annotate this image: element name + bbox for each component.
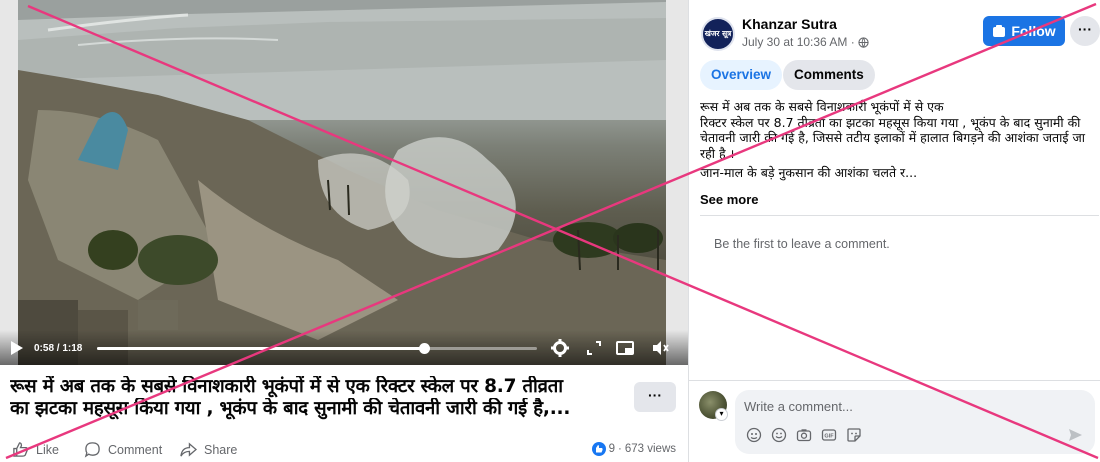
send-icon[interactable] <box>1067 427 1083 443</box>
post-title-line1: रूस में अब तक के सबसे विनाशकारी भूकंपों … <box>10 376 563 397</box>
gif-icon[interactable]: GIF <box>821 427 837 443</box>
description-line2: रिक्टर स्केल पर 8.7 तीव्रता का झटका महसू… <box>700 114 1086 161</box>
video-player[interactable]: 0:58 / 1:18 <box>0 0 688 365</box>
post-date-text: July 30 at 10:36 AM · <box>742 35 855 49</box>
post-title: रूस में अब तक के सबसे विनाशकारी भूकंपों … <box>10 376 620 420</box>
description-divider <box>700 215 1099 216</box>
video-controls: 0:58 / 1:18 <box>0 330 688 365</box>
page-name[interactable]: Khanzar Sutra <box>742 16 837 32</box>
video-post-panel: 0:58 / 1:18 रूस में अब तक के सबसे विनाशक… <box>0 0 688 462</box>
follow-button[interactable]: Follow <box>983 16 1065 46</box>
follow-label: Follow <box>1011 23 1056 39</box>
views-count: 673 views <box>624 443 676 455</box>
empty-comments-text: Be the first to leave a comment. <box>714 237 890 251</box>
post-timestamp[interactable]: July 30 at 10:36 AM · <box>742 35 869 49</box>
video-letterbox-left <box>0 0 18 365</box>
video-letterbox-right <box>666 0 688 365</box>
comment-bubble-icon <box>84 442 100 458</box>
tab-comments[interactable]: Comments <box>783 60 875 90</box>
post-stats: 9 · 673 views <box>591 442 676 456</box>
fullscreen-icon[interactable] <box>584 338 604 358</box>
volume-icon[interactable] <box>650 338 670 358</box>
description-line3: जान-माल के बड़े नुकसान की आशंका चलते र..… <box>700 165 918 180</box>
video-time: 0:58 / 1:18 <box>34 343 83 354</box>
like-reaction-icon <box>591 442 606 456</box>
seek-progress <box>97 347 425 350</box>
post-actions: Like Comment Share 9 · 673 views <box>0 433 688 462</box>
picture-in-picture-icon[interactable] <box>615 338 635 358</box>
svg-text:GIF: GIF <box>824 434 834 440</box>
thumbs-up-icon <box>13 442 29 457</box>
share-arrow-icon <box>180 442 197 457</box>
share-label: Share <box>204 442 238 457</box>
chevron-down-icon[interactable]: ▾ <box>715 408 728 421</box>
page-more-button[interactable]: ··· <box>1070 16 1100 46</box>
camera-icon[interactable] <box>796 427 812 443</box>
post-more-button[interactable]: ··· <box>634 382 676 412</box>
like-label: Like <box>36 442 59 457</box>
like-button[interactable]: Like <box>12 441 59 458</box>
page-avatar[interactable]: खंजर सूत्र <box>701 17 735 51</box>
post-details-panel: खंजर सूत्र Khanzar Sutra July 30 at 10:3… <box>689 0 1100 462</box>
sticker-icon[interactable] <box>846 427 862 443</box>
description-line1: रूस में अब तक के सबसे विनाशकारी भूकंपों … <box>700 99 944 114</box>
avatar-icon[interactable] <box>746 427 762 443</box>
seek-handle[interactable] <box>418 343 430 354</box>
comment-tools: GIF <box>746 427 862 443</box>
emoji-icon[interactable] <box>771 427 787 443</box>
post-description: रूस में अब तक के सबसे विनाशकारी भूकंपों … <box>700 99 1095 185</box>
settings-gear-icon[interactable] <box>550 338 570 358</box>
comment-button[interactable]: Comment <box>84 441 162 458</box>
play-icon[interactable] <box>10 340 24 356</box>
tab-overview[interactable]: Overview <box>700 60 783 90</box>
post-title-line2: का झटका महसूस किया गया , भूकंप के बाद सु… <box>10 398 571 419</box>
video-frame[interactable] <box>18 0 666 365</box>
stats-separator: · <box>618 443 622 455</box>
follow-page-icon <box>993 25 1006 37</box>
comment-composer[interactable]: GIF <box>735 390 1095 454</box>
globe-icon <box>858 36 869 48</box>
seek-bar[interactable] <box>97 343 537 354</box>
comment-label: Comment <box>108 442 163 457</box>
comment-input[interactable] <box>744 397 1074 415</box>
see-more-link[interactable]: See more <box>700 192 759 207</box>
share-button[interactable]: Share <box>180 441 237 458</box>
comment-composer-divider <box>689 380 1100 381</box>
page-avatar-text: खंजर सूत्र <box>704 29 732 38</box>
reaction-count[interactable]: 9 <box>609 443 615 455</box>
video-frame-image <box>18 0 666 365</box>
